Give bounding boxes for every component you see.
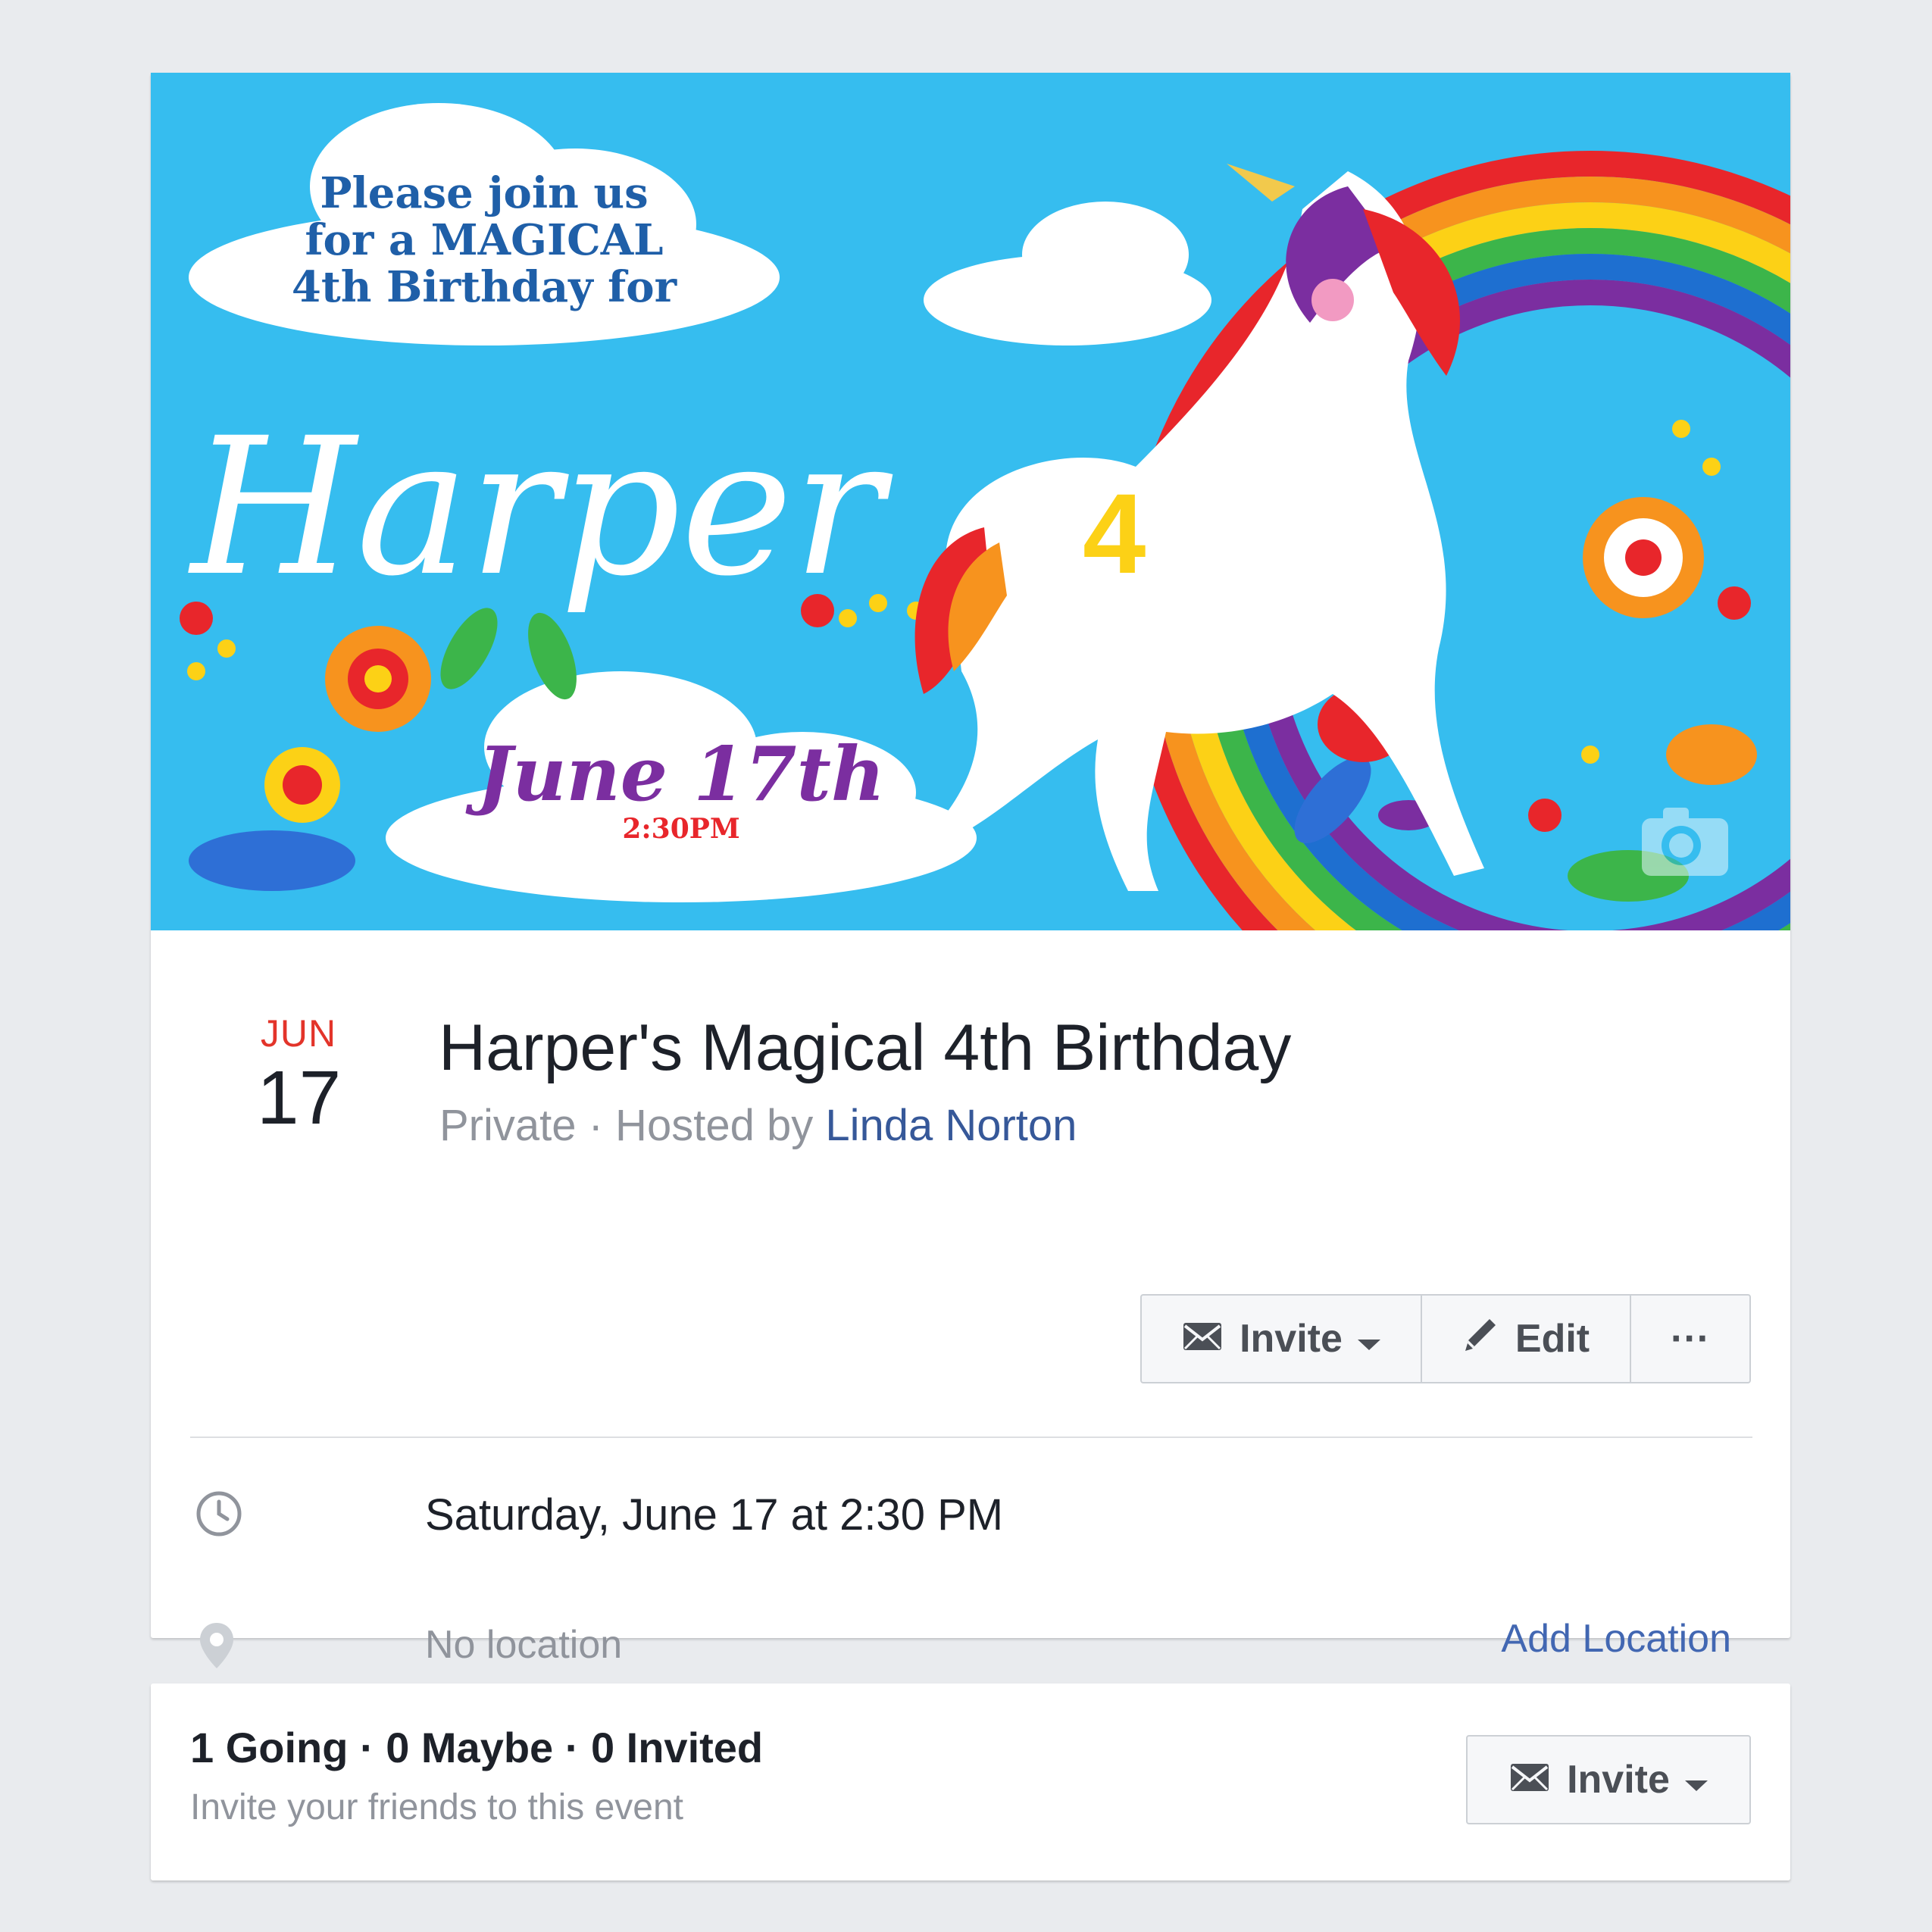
cover-invite-line-1: Please join us bbox=[320, 168, 648, 218]
age-number-graphic: 4 bbox=[1083, 470, 1146, 597]
more-options-button[interactable]: ··· bbox=[1630, 1296, 1749, 1382]
clock-icon bbox=[195, 1490, 243, 1542]
guest-invite-label: Invite bbox=[1567, 1758, 1670, 1802]
guest-invite-button-content: Invite bbox=[1468, 1737, 1749, 1823]
event-cover-photo[interactable]: 4 Please join us for a MAGICAL 4th Birth… bbox=[151, 73, 1790, 930]
envelope-icon bbox=[1182, 1316, 1223, 1361]
envelope-icon bbox=[1509, 1757, 1550, 1802]
map-pin-icon bbox=[198, 1621, 236, 1674]
event-privacy-text: Private · Hosted by bbox=[439, 1101, 826, 1150]
invite-button[interactable]: Invite bbox=[1142, 1296, 1421, 1382]
section-divider bbox=[190, 1436, 1752, 1438]
event-location: No location bbox=[425, 1623, 623, 1667]
event-title: Harper's Magical 4th Birthday bbox=[439, 1011, 1292, 1084]
chevron-down-icon bbox=[1684, 1757, 1708, 1802]
more-options-icon: ··· bbox=[1671, 1317, 1710, 1361]
guest-stats-summary: 1 Going · 0 Maybe · 0 Invited bbox=[190, 1724, 764, 1771]
add-location-link[interactable]: Add Location bbox=[1501, 1612, 1731, 1665]
event-datetime: Saturday, June 17 at 2:30 PM bbox=[425, 1490, 1004, 1540]
cover-time: 2:30PM bbox=[622, 813, 739, 845]
host-link[interactable]: Linda Norton bbox=[825, 1101, 1077, 1150]
cover-name: Harper bbox=[188, 397, 893, 617]
event-date-badge: JUN 17 bbox=[257, 1011, 342, 1140]
guest-stats-card: 1 Going · 0 Maybe · 0 Invited Invite you… bbox=[151, 1683, 1790, 1880]
event-day: 17 bbox=[257, 1055, 342, 1140]
pencil-icon bbox=[1462, 1316, 1499, 1362]
invite-friends-text: Invite your friends to this event bbox=[190, 1787, 683, 1827]
event-month: JUN bbox=[260, 1012, 337, 1055]
event-meta: Private · Hosted by Linda Norton bbox=[439, 1096, 1077, 1156]
chevron-down-icon bbox=[1357, 1316, 1380, 1361]
edit-button-label: Edit bbox=[1515, 1317, 1590, 1361]
edit-button[interactable]: Edit bbox=[1421, 1296, 1630, 1382]
cover-date: June 17th bbox=[465, 731, 885, 818]
event-action-buttons: Invite Edit ··· bbox=[1140, 1294, 1751, 1383]
cover-illustration: 4 Please join us for a MAGICAL 4th Birth… bbox=[151, 73, 1790, 930]
event-card: 4 Please join us for a MAGICAL 4th Birth… bbox=[151, 73, 1790, 1668]
guest-invite-button[interactable]: Invite bbox=[1466, 1735, 1751, 1824]
cover-invite-line-2: for a MAGICAL bbox=[305, 215, 663, 265]
cover-invite-line-3: 4th Birthday for bbox=[292, 262, 678, 312]
invite-button-label: Invite bbox=[1240, 1317, 1343, 1361]
